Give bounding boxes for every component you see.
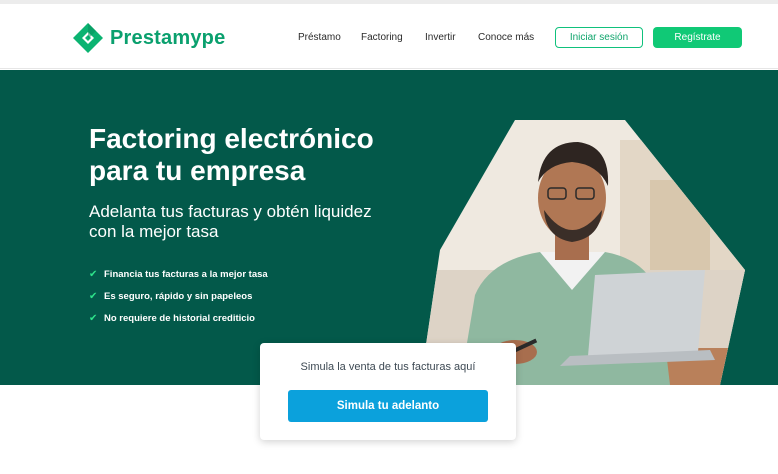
checkmark-icon: ✔ [89, 268, 98, 280]
login-button[interactable]: Iniciar sesión [555, 27, 643, 48]
nav-link-prestamo[interactable]: Préstamo [298, 32, 341, 43]
simulator-prompt: Simula la venta de tus facturas aquí [300, 361, 476, 373]
hero-subtitle: Adelanta tus facturas y obtén liquidez c… [89, 202, 372, 241]
brand-logo[interactable]: Prestamype [72, 22, 225, 54]
prestamype-logo-icon [73, 23, 103, 53]
simulator-card: Simula la venta de tus facturas aquí Sim… [260, 343, 516, 440]
hero-section: Factoring electrónico para tu empresa Ad… [0, 70, 778, 385]
benefit-item: ✔ Financia tus facturas a la mejor tasa [89, 263, 268, 285]
nav-link-factoring[interactable]: Factoring [361, 32, 403, 43]
register-button[interactable]: Regístrate [653, 27, 742, 48]
hero-title: Factoring electrónico para tu empresa [89, 123, 374, 186]
site-header: Prestamype Préstamo Factoring Invertir C… [0, 4, 778, 69]
benefit-text: Financia tus facturas a la mejor tasa [104, 268, 268, 280]
benefit-text: No requiere de historial crediticio [104, 312, 255, 324]
simulate-advance-button[interactable]: Simula tu adelanto [288, 390, 488, 422]
benefit-item: ✔ No requiere de historial crediticio [89, 307, 268, 329]
checkmark-icon: ✔ [89, 312, 98, 324]
benefit-text: Es seguro, rápido y sin papeleos [104, 290, 253, 302]
brand-name: Prestamype [110, 26, 226, 49]
checkmark-icon: ✔ [89, 290, 98, 302]
nav-link-invertir[interactable]: Invertir [425, 32, 456, 43]
benefit-item: ✔ Es seguro, rápido y sin papeleos [89, 285, 268, 307]
benefits-list: ✔ Financia tus facturas a la mejor tasa … [89, 263, 268, 329]
nav-link-conoce-mas[interactable]: Conoce más [478, 32, 534, 43]
